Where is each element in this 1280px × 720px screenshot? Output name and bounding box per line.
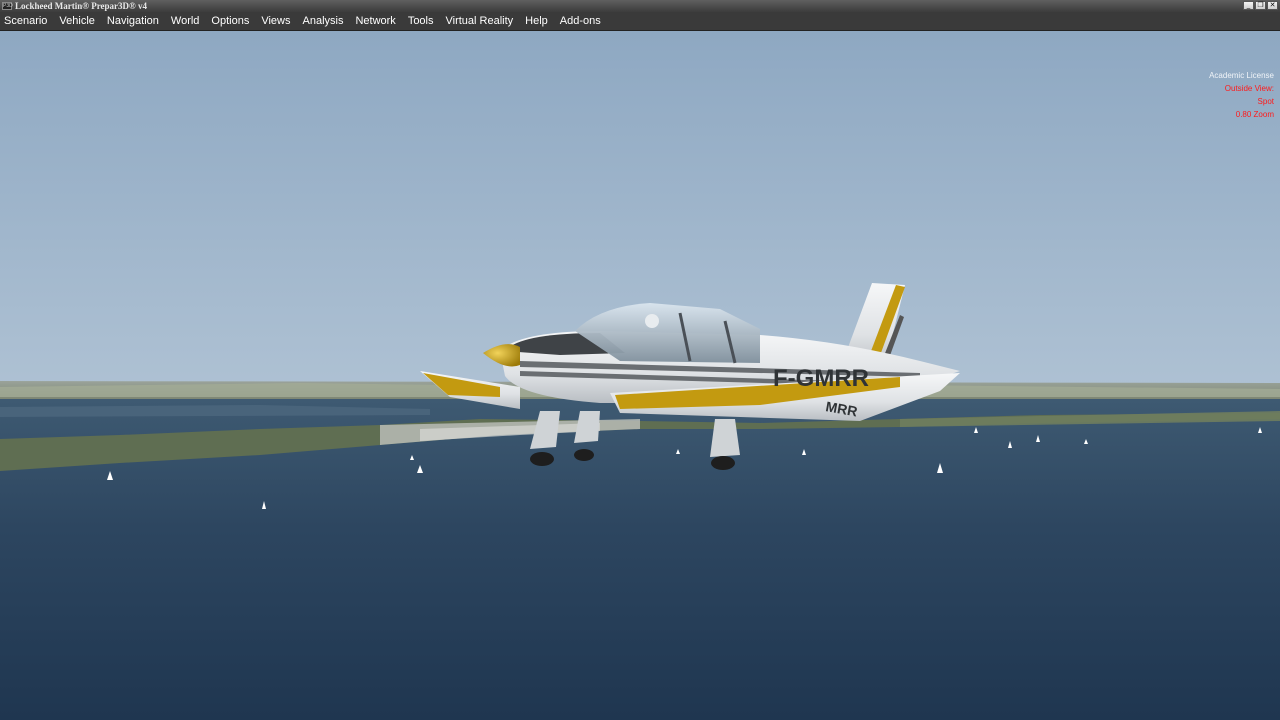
minimize-button[interactable]: _	[1243, 1, 1254, 10]
window-controls: _ ❐ ✕	[1243, 1, 1278, 11]
menu-scenario[interactable]: Scenario	[0, 12, 54, 30]
restore-button[interactable]: ❐	[1255, 1, 1266, 10]
menu-views[interactable]: Views	[256, 12, 297, 30]
camera-label: Spot	[1257, 97, 1274, 106]
menu-help[interactable]: Help	[520, 12, 555, 30]
app-icon[interactable]: P3D	[2, 2, 13, 10]
menu-add-ons[interactable]: Add-ons	[555, 12, 608, 30]
view-info-overlay: Academic License Outside View: Spot 0.80…	[1209, 69, 1274, 121]
view-mode-label: Outside View:	[1224, 84, 1274, 93]
zoom-label: 0.80 Zoom	[1235, 110, 1274, 119]
menu-network[interactable]: Network	[350, 12, 402, 30]
close-button[interactable]: ✕	[1267, 1, 1278, 10]
menu-bar: Scenario Vehicle Navigation World Option…	[0, 12, 1280, 31]
menu-vehicle[interactable]: Vehicle	[54, 12, 101, 30]
scene-render: F-GMRR MRR	[0, 31, 1280, 720]
menu-navigation[interactable]: Navigation	[102, 12, 166, 30]
window-titlebar[interactable]: P3D Lockheed Martin® Prepar3D® v4 _ ❐ ✕	[0, 0, 1280, 12]
menu-options[interactable]: Options	[206, 12, 256, 30]
sim-viewport[interactable]: F-GMRR MRR Academic License Outside View…	[0, 31, 1280, 720]
license-label: Academic License	[1209, 71, 1274, 80]
menu-virtual-reality[interactable]: Virtual Reality	[441, 12, 521, 30]
menu-world[interactable]: World	[166, 12, 207, 30]
window-title: Lockheed Martin® Prepar3D® v4	[15, 1, 148, 11]
aircraft-registration: F-GMRR	[773, 365, 869, 392]
menu-analysis[interactable]: Analysis	[298, 12, 351, 30]
menu-tools[interactable]: Tools	[403, 12, 441, 30]
